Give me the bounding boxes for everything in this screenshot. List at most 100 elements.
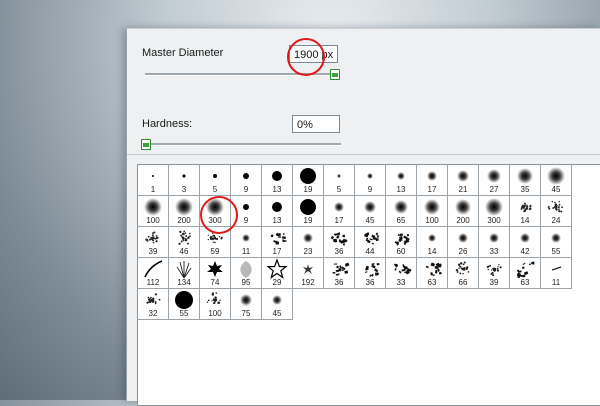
brush-preset-cell[interactable]: 9 — [355, 165, 386, 196]
brush-tip-icon — [427, 171, 437, 181]
brush-tip-icon — [145, 231, 159, 244]
brush-preset-cell[interactable]: 35 — [510, 165, 541, 196]
brush-size-label: 36 — [334, 278, 344, 287]
brush-size-label: 21 — [458, 185, 468, 194]
brush-preset-cell[interactable]: 26 — [448, 227, 479, 258]
brush-preset-cell[interactable]: 112 — [138, 258, 169, 289]
brush-preset-cell[interactable]: 74 — [200, 258, 231, 289]
brush-preset-cell[interactable]: 75 — [231, 289, 262, 320]
brush-preset-cell[interactable]: 55 — [169, 289, 200, 320]
brush-tip-icon — [270, 232, 287, 245]
brush-preset-cell[interactable]: 100 — [417, 196, 448, 227]
brush-preset-cell[interactable]: 5 — [324, 165, 355, 196]
brush-size-label: 17 — [272, 247, 282, 256]
brush-preset-cell[interactable]: 65 — [386, 196, 417, 227]
brush-tip-icon — [458, 233, 468, 243]
brush-tip-icon — [394, 263, 412, 275]
brush-preset-cell[interactable]: 14 — [417, 227, 448, 258]
master-diameter-slider-thumb[interactable] — [330, 69, 341, 80]
brush-size-label: 11 — [241, 247, 251, 256]
hardness-slider-thumb[interactable] — [141, 139, 151, 150]
brush-size-label: 39 — [489, 278, 499, 287]
brush-preset-cell[interactable]: 46 — [169, 227, 200, 258]
brush-preset-cell[interactable]: 63 — [510, 258, 541, 289]
brush-preset-cell[interactable]: 21 — [448, 165, 479, 196]
brush-preset-cell[interactable]: 45 — [355, 196, 386, 227]
brush-size-label: 19 — [303, 185, 313, 194]
brush-preset-cell[interactable]: 192 — [293, 258, 324, 289]
brush-size-label: 300 — [487, 216, 501, 225]
brush-preset-cell[interactable]: 3 — [169, 165, 200, 196]
brush-tip-icon — [486, 264, 502, 277]
brush-size-label: 45 — [551, 185, 561, 194]
brush-preset-cell[interactable]: 200 — [448, 196, 479, 227]
brush-preset-cell[interactable]: 17 — [262, 227, 293, 258]
brush-tip-icon — [303, 233, 313, 243]
brush-tip-icon — [146, 293, 161, 305]
hardness-input[interactable]: 0% — [292, 115, 340, 133]
brush-preset-cell[interactable]: 17 — [324, 196, 355, 227]
brush-size-label: 29 — [272, 278, 282, 287]
hardness-slider[interactable] — [145, 143, 341, 146]
brush-preset-cell[interactable]: 95 — [231, 258, 262, 289]
brush-preset-cell[interactable]: 1 — [138, 165, 169, 196]
brush-preset-cell[interactable]: 17 — [417, 165, 448, 196]
brush-size-label: 5 — [212, 185, 218, 194]
brush-preset-cell[interactable]: 24 — [541, 196, 572, 227]
brush-preset-cell[interactable]: 5 — [200, 165, 231, 196]
brush-tip-icon — [206, 292, 221, 305]
brush-preset-cell[interactable]: 13 — [262, 196, 293, 227]
brush-preset-cell[interactable]: 32 — [138, 289, 169, 320]
brush-tip-icon — [334, 202, 344, 212]
brush-preset-cell[interactable]: 11 — [231, 227, 262, 258]
brush-preset-cell[interactable]: 39 — [138, 227, 169, 258]
brush-preset-cell[interactable]: 66 — [448, 258, 479, 289]
brush-size-label: 3 — [181, 185, 187, 194]
brush-size-label: 24 — [551, 216, 561, 225]
brush-size-label: 23 — [303, 247, 313, 256]
brush-preset-cell[interactable]: 36 — [324, 258, 355, 289]
brush-preset-cell[interactable]: 27 — [479, 165, 510, 196]
brush-preset-cell[interactable]: 19 — [293, 165, 324, 196]
brush-preset-cell[interactable]: 100 — [200, 289, 231, 320]
brush-preset-cell[interactable]: 39 — [479, 258, 510, 289]
brush-preset-cell[interactable]: 134 — [169, 258, 200, 289]
brush-tip-icon — [551, 233, 561, 243]
brush-preset-cell[interactable]: 44 — [355, 227, 386, 258]
brush-size-label: 63 — [520, 278, 530, 287]
brush-preset-cell[interactable]: 14 — [510, 196, 541, 227]
brush-size-label: 60 — [396, 247, 406, 256]
brush-preset-cell[interactable]: 23 — [293, 227, 324, 258]
brush-preset-cell[interactable]: 55 — [541, 227, 572, 258]
brush-size-label: 5 — [336, 185, 342, 194]
brush-preset-cell[interactable]: 60 — [386, 227, 417, 258]
brush-preset-cell[interactable]: 36 — [324, 227, 355, 258]
brush-tip-icon — [364, 232, 379, 245]
brush-size-label: 13 — [272, 185, 282, 194]
brush-preset-cell[interactable]: 11 — [541, 258, 572, 289]
brush-preset-cell[interactable]: 45 — [541, 165, 572, 196]
brush-tip-icon — [455, 261, 470, 275]
brush-preset-cell[interactable]: 19 — [293, 196, 324, 227]
brush-size-label: 33 — [489, 247, 499, 256]
brush-preset-cell[interactable]: 300 — [479, 196, 510, 227]
brush-preset-cell[interactable]: 200 — [169, 196, 200, 227]
brush-preset-cell[interactable]: 33 — [386, 258, 417, 289]
brush-preset-cell[interactable]: 33 — [479, 227, 510, 258]
brush-preset-cell[interactable]: 9 — [231, 165, 262, 196]
brush-size-label: 33 — [396, 278, 406, 287]
brush-tip-icon — [240, 261, 252, 278]
brush-preset-cell[interactable]: 100 — [138, 196, 169, 227]
section-divider — [127, 154, 600, 155]
brush-preset-cell[interactable]: 36 — [355, 258, 386, 289]
brush-preset-cell[interactable]: 13 — [386, 165, 417, 196]
brush-preset-cell[interactable]: 42 — [510, 227, 541, 258]
brush-size-label: 100 — [425, 216, 439, 225]
brush-tip-icon — [240, 294, 252, 306]
brush-tip-icon — [428, 234, 436, 242]
brush-tip-icon — [457, 170, 469, 182]
brush-preset-cell[interactable]: 13 — [262, 165, 293, 196]
brush-preset-cell[interactable]: 45 — [262, 289, 293, 320]
brush-preset-cell[interactable]: 63 — [417, 258, 448, 289]
brush-preset-cell[interactable]: 29 — [262, 258, 293, 289]
